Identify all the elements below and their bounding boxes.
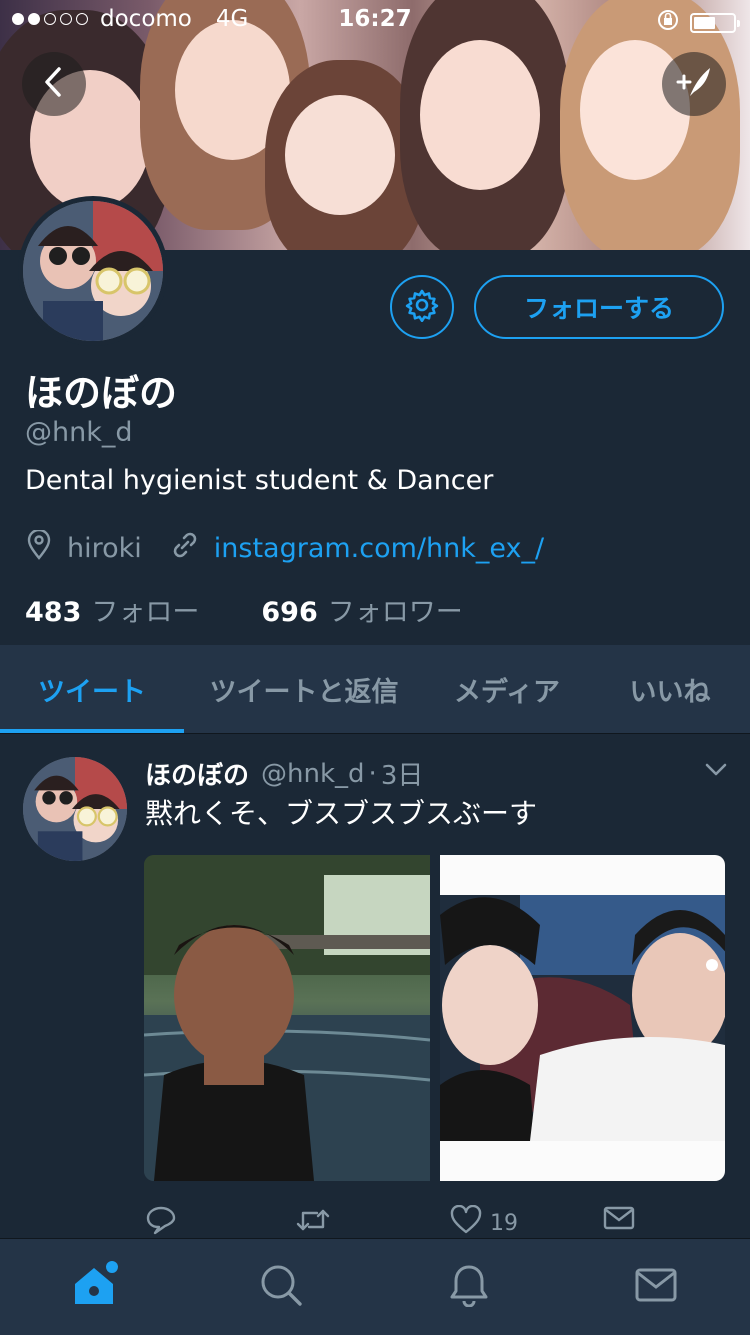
follow-button[interactable]: フォローする [474, 275, 724, 339]
followers-count-link[interactable]: 696 フォロワー [261, 590, 462, 629]
tweet-header: ほのぼの @hnk_d · 3日 [145, 755, 423, 792]
retweet-button[interactable] [295, 1205, 331, 1241]
tab-media[interactable]: メディア [424, 645, 590, 733]
retweet-icon [295, 1205, 331, 1241]
chevron-left-icon [40, 66, 68, 102]
tweet-time: 3日 [380, 761, 424, 791]
direct-message-button[interactable] [603, 1205, 635, 1237]
search-icon [259, 1263, 303, 1311]
bottom-navigation [0, 1238, 750, 1335]
mail-icon [603, 1205, 635, 1237]
status-bar: docomo 4G 16:27 [0, 0, 750, 40]
link-icon [170, 530, 200, 567]
profile-bio: Dental hygienist student & Dancer [25, 465, 494, 496]
tab-likes[interactable]: いいね [590, 645, 750, 733]
bell-icon [448, 1263, 490, 1311]
nav-notifications[interactable] [429, 1247, 509, 1327]
tweet-photo-1[interactable] [144, 855, 430, 1181]
following-count-link[interactable]: 483 フォロー [25, 590, 199, 629]
profile-meta: hiroki instagram.com/hnk_ex_/ [25, 528, 544, 567]
profile-name: ほのぼの [25, 371, 178, 415]
location-pin-icon [25, 528, 53, 567]
compose-tweet-icon [674, 64, 714, 104]
compose-tweet-button[interactable] [662, 52, 726, 116]
reply-icon [145, 1205, 177, 1241]
nav-messages[interactable] [616, 1247, 696, 1327]
gear-icon [405, 288, 439, 326]
tweet-text: 黙れくそ、ブスブスブスぶーす [145, 797, 538, 830]
tweet-avatar[interactable] [23, 757, 127, 861]
followers-label: フォロワー [327, 597, 463, 628]
tweet-actions: 19 [145, 1204, 745, 1241]
nav-search[interactable] [241, 1247, 321, 1327]
profile-location: hiroki [67, 533, 142, 564]
home-notification-dot [105, 1261, 118, 1273]
following-label: フォロー [91, 597, 200, 628]
nav-home[interactable] [54, 1247, 134, 1327]
profile-website-link[interactable]: instagram.com/hnk_ex_/ [214, 533, 544, 564]
reply-button[interactable] [145, 1205, 177, 1241]
profile-handle: @hnk_d [25, 417, 133, 448]
tab-tweets[interactable]: ツイート [0, 645, 184, 733]
back-button[interactable] [22, 52, 86, 116]
following-count: 483 [25, 597, 82, 628]
tweet-menu-button[interactable] [704, 762, 728, 782]
tweet-author-name[interactable]: ほのぼの [145, 755, 249, 792]
status-time: 16:27 [338, 6, 412, 32]
profile-tabs: ツイート ツイートと返信 メディア いいね [0, 645, 750, 734]
follow-counts: 483 フォロー 696 フォロワー [25, 590, 525, 629]
like-button[interactable]: 19 [450, 1204, 518, 1241]
like-count: 19 [490, 1210, 518, 1236]
mail-icon [634, 1267, 678, 1307]
battery-icon [690, 13, 740, 33]
tab-tweets-and-replies[interactable]: ツイートと返信 [184, 645, 424, 733]
followers-count: 696 [261, 597, 318, 628]
rotation-lock-icon [656, 8, 680, 38]
tweet-separator: · [368, 758, 377, 789]
tweet-photo-2[interactable] [440, 855, 725, 1181]
profile-settings-button[interactable] [390, 275, 454, 339]
tweet-author-handle: @hnk_d [261, 758, 365, 789]
heart-icon [450, 1204, 482, 1241]
profile-avatar[interactable] [18, 196, 168, 346]
chevron-down-icon [704, 763, 728, 782]
